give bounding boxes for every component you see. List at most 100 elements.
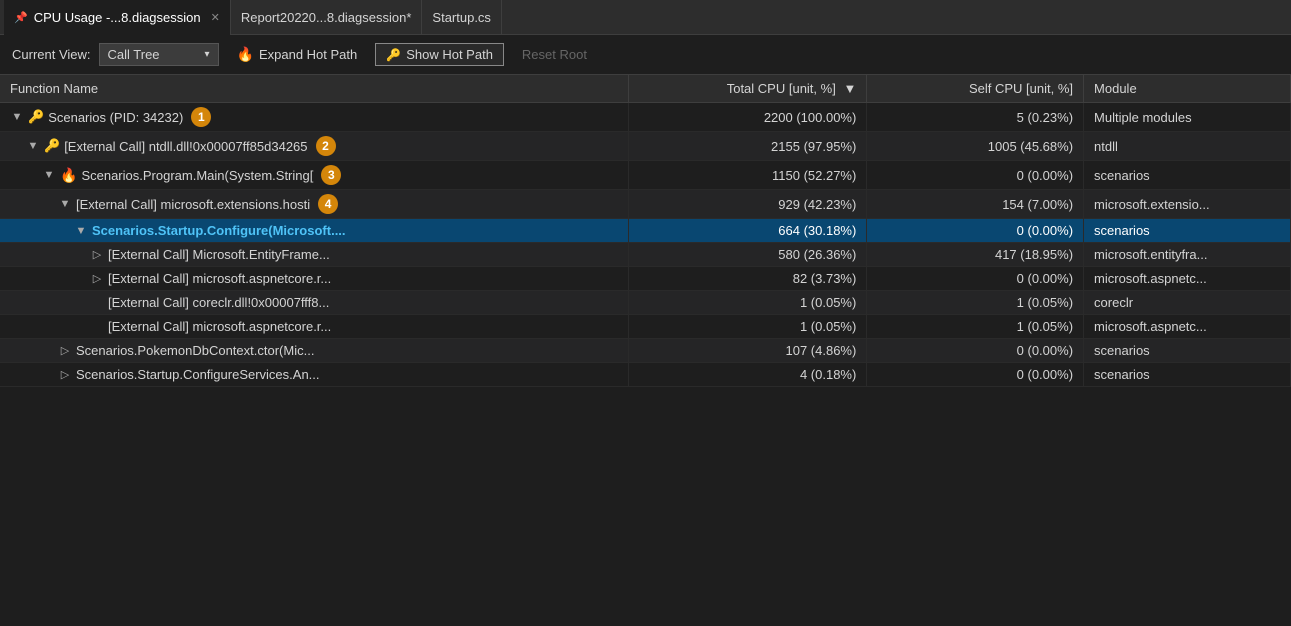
table-row[interactable]: ▼ [External Call] microsoft.extensions.ho… (0, 190, 1291, 219)
chevron-down-icon: ▾ (204, 49, 209, 60)
collapse-icon[interactable]: ▼ (74, 225, 88, 237)
tab-bar: 📌 CPU Usage -...8.diagsession ✕ Report20… (0, 0, 1291, 35)
hotpath-icon: 🔑 (386, 48, 401, 62)
close-tab-cpu[interactable]: ✕ (211, 11, 220, 24)
name-cell-content: ▷ Scenarios.Startup.ConfigureServices.An.… (58, 367, 618, 382)
col-header-total-cpu[interactable]: Total CPU [unit, %] ▼ (628, 75, 866, 103)
collapse-icon[interactable]: ▼ (26, 140, 40, 152)
tab-report-label: Report20220...8.diagsession* (241, 10, 412, 25)
table-row[interactable]: ▼ Scenarios.Startup.Configure(Microsoft..… (0, 219, 1291, 243)
view-dropdown[interactable]: Call Tree ▾ (99, 43, 219, 66)
cell-function-name: ▷ [External Call] microsoft.aspnetcore.r.… (0, 267, 628, 291)
cell-module: scenarios (1084, 219, 1291, 243)
cell-self-cpu: 0 (0.00%) (867, 267, 1084, 291)
reset-root-button[interactable]: Reset Root (512, 44, 597, 65)
table-row[interactable]: ▷[External Call] Microsoft.EntityFrame..… (0, 243, 1291, 267)
table-row[interactable]: [External Call] microsoft.aspnetcore.r..… (0, 315, 1291, 339)
name-cell-content: [External Call] microsoft.aspnetcore.r..… (90, 319, 618, 334)
tab-startup-label: Startup.cs (432, 10, 491, 25)
cell-function-name: ▷ Scenarios.PokemonDbContext.ctor(Mic... (0, 339, 628, 363)
cell-total-cpu: 82 (3.73%) (628, 267, 866, 291)
cell-module: scenarios (1084, 363, 1291, 387)
table-row[interactable]: [External Call] coreclr.dll!0x00007fff8.… (0, 291, 1291, 315)
pin-icon: 📌 (14, 11, 28, 24)
cell-function-name: ▼ 🔥 Scenarios.Program.Main(System.String[ 3 (0, 161, 628, 190)
tab-cpu-label: CPU Usage -...8.diagsession (34, 10, 201, 25)
sort-desc-icon: ▼ (843, 81, 856, 96)
cell-self-cpu: 154 (7.00%) (867, 190, 1084, 219)
function-name-text: [External Call] microsoft.extensions.hos… (76, 197, 310, 212)
name-cell-content: ▼ Scenarios.Startup.Configure(Microsoft..… (74, 223, 618, 238)
call-tree-table: Function Name Total CPU [unit, %] ▼ Self… (0, 75, 1291, 387)
show-hot-path-button[interactable]: 🔑 Show Hot Path (375, 43, 504, 66)
name-cell-content: ▷ [External Call] microsoft.aspnetcore.r.… (90, 271, 618, 286)
table-row[interactable]: ▼🔑Scenarios (PID: 34232)12200 (100.00%)5… (0, 103, 1291, 132)
hot-path-badge: 1 (191, 107, 211, 127)
name-cell-content: ▼ [External Call] microsoft.extensions.ho… (58, 194, 618, 214)
cell-self-cpu: 0 (0.00%) (867, 363, 1084, 387)
name-cell-content: ▼🔑[External Call] ntdll.dll!0x00007ff85d… (26, 136, 618, 156)
fire-icon: 🔥 (237, 46, 254, 63)
cell-total-cpu: 1150 (52.27%) (628, 161, 866, 190)
collapse-icon[interactable]: ▼ (10, 111, 24, 123)
collapse-icon[interactable]: ▼ (58, 198, 72, 210)
cell-module: Multiple modules (1084, 103, 1291, 132)
cell-function-name: [External Call] coreclr.dll!0x00007fff8.… (0, 291, 628, 315)
reset-root-label: Reset Root (522, 47, 587, 62)
cell-self-cpu: 0 (0.00%) (867, 339, 1084, 363)
table-row[interactable]: ▷ Scenarios.Startup.ConfigureServices.An.… (0, 363, 1291, 387)
name-cell-content: ▷[External Call] Microsoft.EntityFrame..… (90, 247, 618, 262)
function-name-text: Scenarios.PokemonDbContext.ctor(Mic... (76, 343, 314, 358)
function-name-text: Scenarios.Program.Main(System.String[ (81, 168, 313, 183)
table-row[interactable]: ▷ Scenarios.PokemonDbContext.ctor(Mic... 1… (0, 339, 1291, 363)
tab-startup[interactable]: Startup.cs (422, 0, 502, 35)
tab-report[interactable]: Report20220...8.diagsession* (231, 0, 423, 35)
cell-function-name: ▷ Scenarios.Startup.ConfigureServices.An.… (0, 363, 628, 387)
cell-module: scenarios (1084, 339, 1291, 363)
cell-total-cpu: 2200 (100.00%) (628, 103, 866, 132)
fire-icon: 🔥 (60, 167, 77, 184)
show-hot-path-label: Show Hot Path (406, 47, 493, 62)
table-row[interactable]: ▷ [External Call] microsoft.aspnetcore.r.… (0, 267, 1291, 291)
tab-cpu[interactable]: 📌 CPU Usage -...8.diagsession ✕ (4, 0, 231, 35)
hotpath-row-icon: 🔑 (44, 138, 60, 154)
function-name-text: Scenarios (PID: 34232) (48, 110, 183, 125)
expand-icon[interactable]: ▷ (58, 344, 72, 357)
function-name-text: [External Call] coreclr.dll!0x00007fff8.… (108, 295, 329, 310)
cell-self-cpu: 1 (0.05%) (867, 291, 1084, 315)
cell-module: microsoft.extensio... (1084, 190, 1291, 219)
cell-self-cpu: 1 (0.05%) (867, 315, 1084, 339)
hot-path-badge: 4 (318, 194, 338, 214)
hotpath-row-icon: 🔑 (28, 109, 44, 125)
collapse-icon[interactable]: ▼ (42, 169, 56, 181)
cell-total-cpu: 664 (30.18%) (628, 219, 866, 243)
col-header-module[interactable]: Module (1084, 75, 1291, 103)
col-header-self-cpu[interactable]: Self CPU [unit, %] (867, 75, 1084, 103)
cell-self-cpu: 0 (0.00%) (867, 161, 1084, 190)
table-row[interactable]: ▼🔑[External Call] ntdll.dll!0x00007ff85d… (0, 132, 1291, 161)
hot-path-badge: 2 (316, 136, 336, 156)
cell-module: ntdll (1084, 132, 1291, 161)
cell-total-cpu: 107 (4.86%) (628, 339, 866, 363)
function-name-text: [External Call] microsoft.aspnetcore.r..… (108, 271, 331, 286)
cell-module: microsoft.aspnetc... (1084, 315, 1291, 339)
table-row[interactable]: ▼ 🔥 Scenarios.Program.Main(System.String[ 3… (0, 161, 1291, 190)
cell-module: coreclr (1084, 291, 1291, 315)
cell-total-cpu: 4 (0.18%) (628, 363, 866, 387)
table-header-row: Function Name Total CPU [unit, %] ▼ Self… (0, 75, 1291, 103)
col-header-function-name[interactable]: Function Name (0, 75, 628, 103)
expand-icon[interactable]: ▷ (90, 272, 104, 285)
function-name-text: Scenarios.Startup.Configure(Microsoft...… (92, 223, 346, 238)
cell-module: scenarios (1084, 161, 1291, 190)
table-body: ▼🔑Scenarios (PID: 34232)12200 (100.00%)5… (0, 103, 1291, 387)
cell-total-cpu: 2155 (97.95%) (628, 132, 866, 161)
expand-icon[interactable]: ▷ (58, 368, 72, 381)
expand-icon[interactable]: ▷ (90, 248, 104, 261)
hot-path-badge: 3 (321, 165, 341, 185)
cell-self-cpu: 417 (18.95%) (867, 243, 1084, 267)
toolbar: Current View: Call Tree ▾ 🔥 Expand Hot P… (0, 35, 1291, 75)
expand-hot-path-button[interactable]: 🔥 Expand Hot Path (227, 43, 368, 66)
cell-function-name: ▼ Scenarios.Startup.Configure(Microsoft..… (0, 219, 628, 243)
function-name-text: Scenarios.Startup.ConfigureServices.An..… (76, 367, 320, 382)
view-dropdown-value: Call Tree (108, 47, 160, 62)
